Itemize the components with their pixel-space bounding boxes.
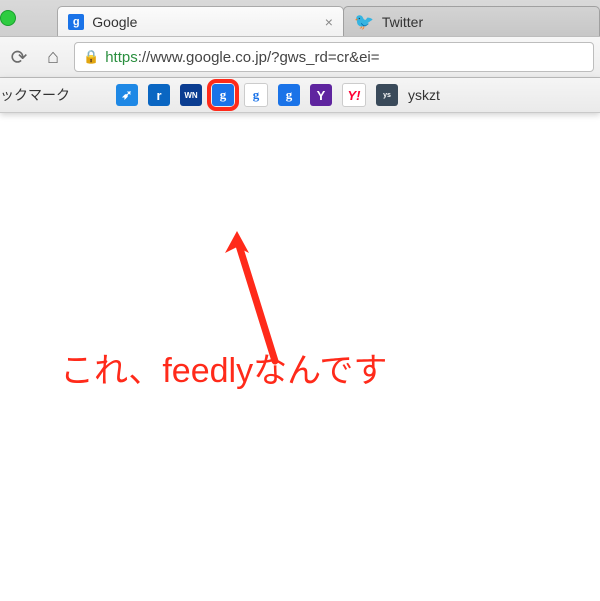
bookmark-wn[interactable]: WN (180, 84, 202, 106)
reload-button[interactable]: ⟳ (6, 44, 32, 70)
tab-title: Google (92, 14, 316, 30)
bookmarks-folder-label[interactable]: ックマーク (0, 85, 70, 105)
bookmark-google-1[interactable]: g (212, 84, 234, 106)
window-controls (0, 0, 57, 36)
lock-icon: 🔒 (83, 49, 99, 65)
tab-google[interactable]: g Google × (57, 6, 344, 36)
address-bar[interactable]: 🔒 https://www.google.co.jp/?gws_rd=cr&ei… (74, 42, 594, 72)
tab-twitter[interactable]: 🐦 Twitter (343, 6, 600, 36)
bookmark-yskzt-icon[interactable]: ys (376, 84, 398, 106)
bookmark-dolphin[interactable]: ➶ (116, 84, 138, 106)
bookmark-r[interactable]: r (148, 84, 170, 106)
page-content: これ、feedlyなんです (0, 113, 600, 601)
tab-title: Twitter (382, 14, 589, 30)
toolbar: ⟳ ⌂ 🔒 https://www.google.co.jp/?gws_rd=c… (0, 36, 600, 78)
bookmark-yahoo-purple[interactable]: Y (310, 84, 332, 106)
bookmark-google-3[interactable]: g (278, 84, 300, 106)
bookmarks-bar: ックマーク ➶rWNgggYY!ys yskzt (0, 78, 600, 113)
traffic-light-green[interactable] (0, 10, 16, 26)
bookmark-google-2[interactable]: g (244, 83, 268, 107)
bookmark-text-yskzt[interactable]: yskzt (408, 87, 440, 103)
google-favicon: g (68, 14, 84, 30)
url-text: https://www.google.co.jp/?gws_rd=cr&ei= (105, 49, 379, 66)
annotation-text: これ、feedlyなんです (60, 343, 387, 392)
twitter-favicon: 🐦 (354, 12, 374, 32)
close-tab-icon[interactable]: × (325, 14, 333, 30)
tab-strip: g Google × 🐦 Twitter (0, 0, 600, 36)
home-button[interactable]: ⌂ (40, 44, 66, 70)
bookmark-yahoo-jp[interactable]: Y! (342, 83, 366, 107)
